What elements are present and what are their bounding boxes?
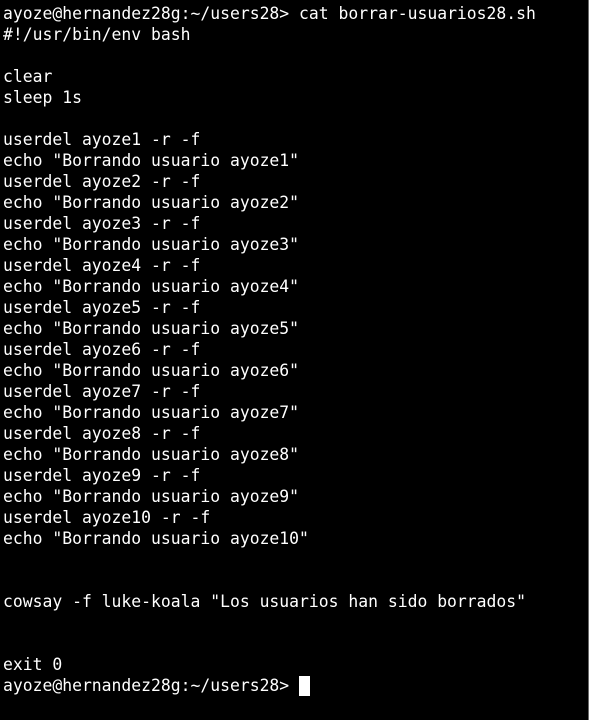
text-cursor <box>299 675 311 696</box>
output-line: echo "Borrando usuario ayoze3" <box>3 235 300 254</box>
active-prompt-line[interactable]: ayoze@hernandez28g:~/users28> <box>3 675 588 696</box>
output-line: echo "Borrando usuario ayoze1" <box>3 151 300 170</box>
output-line: #!/usr/bin/env bash <box>3 25 191 44</box>
prompt-text: ayoze@hernandez28g:~/users28> <box>3 4 300 23</box>
command-line: ayoze@hernandez28g:~/users28> cat borrar… <box>3 3 588 24</box>
output-line: cowsay -f luke-koala "Los usuarios han s… <box>3 592 527 611</box>
output-line: exit 0 <box>3 655 63 674</box>
output-line: userdel ayoze10 -r -f <box>3 508 211 527</box>
output-line: userdel ayoze4 -r -f <box>3 256 201 275</box>
output-line: echo "Borrando usuario ayoze7" <box>3 403 300 422</box>
output-line: echo "Borrando usuario ayoze6" <box>3 361 300 380</box>
output-line: userdel ayoze7 -r -f <box>3 382 201 401</box>
output-line: echo "Borrando usuario ayoze2" <box>3 193 300 212</box>
terminal-window[interactable]: ayoze@hernandez28g:~/users28> cat borrar… <box>0 0 589 720</box>
output-line: userdel ayoze5 -r -f <box>3 298 201 317</box>
output-line: echo "Borrando usuario ayoze8" <box>3 445 300 464</box>
output-line: sleep 1s <box>3 88 82 107</box>
output-line: echo "Borrando usuario ayoze10" <box>3 529 309 548</box>
output-line: userdel ayoze3 -r -f <box>3 214 201 233</box>
output-line: echo "Borrando usuario ayoze9" <box>3 487 300 506</box>
output-line: userdel ayoze1 -r -f <box>3 130 201 149</box>
output-line: echo "Borrando usuario ayoze5" <box>3 319 300 338</box>
output-line: userdel ayoze8 -r -f <box>3 424 201 443</box>
output-line: userdel ayoze6 -r -f <box>3 340 201 359</box>
output-line: userdel ayoze2 -r -f <box>3 172 201 191</box>
output-line: clear <box>3 67 53 86</box>
output-line: echo "Borrando usuario ayoze4" <box>3 277 300 296</box>
prompt-text: ayoze@hernandez28g:~/users28> <box>3 676 300 695</box>
output-line: userdel ayoze9 -r -f <box>3 466 201 485</box>
command-text: cat borrar-usuarios28.sh <box>299 4 536 23</box>
